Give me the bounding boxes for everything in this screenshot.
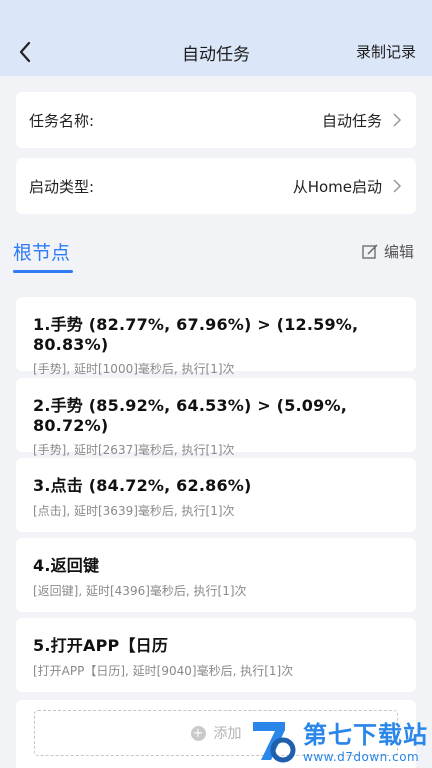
task-item-3[interactable]: 3.点击 (84.72%, 62.86%) [点击], 延时[3639]毫秒后,… <box>16 458 416 532</box>
watermark-logo-icon <box>253 722 296 763</box>
watermark-title: 第七下载站 <box>303 720 428 749</box>
task-name-label: 任务名称: <box>29 111 95 130</box>
chevron-right-icon <box>393 179 402 193</box>
task-title: 1.手势 (82.77%, 67.96%) > (12.59%, 80.83%) <box>33 315 359 354</box>
edit-label: 编辑 <box>383 243 414 261</box>
task-item-5[interactable]: 5.打开APP【日历 [打开APP【日历], 延时[9040]毫秒后, 执行[1… <box>16 618 416 692</box>
task-desc: [手势], 延时[1000]毫秒后, 执行[1]次 <box>33 362 235 376</box>
start-type-value: 从Home启动 <box>292 177 382 196</box>
edit-button[interactable]: 编辑 <box>362 241 414 262</box>
edit-icon <box>362 243 378 259</box>
watermark-url: www.d7down.com <box>303 749 420 764</box>
start-type-card[interactable]: 启动类型: 从Home启动 <box>16 158 416 214</box>
task-item-2[interactable]: 2.手势 (85.92%, 64.53%) > (5.09%, 80.72%) … <box>16 378 416 457</box>
task-desc: [打开APP【日历], 延时[9040]毫秒后, 执行[1]次 <box>33 664 294 678</box>
add-label: 添加 <box>213 726 242 742</box>
record-history-button[interactable]: 录制记录 <box>356 41 416 62</box>
task-desc: [手势], 延时[2637]毫秒后, 执行[1]次 <box>33 443 235 457</box>
section-title: 根节点 <box>13 242 71 264</box>
chevron-right-icon <box>393 113 402 127</box>
task-desc: [点击], 延时[3639]毫秒后, 执行[1]次 <box>33 504 235 518</box>
start-type-label: 启动类型: <box>29 177 95 196</box>
task-title: 4.返回键 <box>33 556 100 575</box>
task-desc: [返回键], 延时[4396]毫秒后, 执行[1]次 <box>33 584 247 598</box>
task-name-row[interactable]: 任务名称: 自动任务 <box>16 92 416 148</box>
app-header: 自动任务 录制记录 <box>0 0 432 76</box>
task-title: 3.点击 (84.72%, 62.86%) <box>33 476 252 495</box>
section-underline <box>13 270 73 273</box>
watermark: 第七下载站 www.d7down.com <box>249 714 428 764</box>
task-title: 5.打开APP【日历 <box>33 636 169 655</box>
task-title: 2.手势 (85.92%, 64.53%) > (5.09%, 80.72%) <box>33 396 347 435</box>
task-name-value: 自动任务 <box>321 111 382 130</box>
task-item-4[interactable]: 4.返回键 [返回键], 延时[4396]毫秒后, 执行[1]次 <box>16 538 416 612</box>
start-type-row[interactable]: 启动类型: 从Home启动 <box>16 158 416 214</box>
task-name-card[interactable]: 任务名称: 自动任务 <box>16 92 416 148</box>
plus-icon: + <box>190 725 206 741</box>
task-item-1[interactable]: 1.手势 (82.77%, 67.96%) > (12.59%, 80.83%)… <box>16 297 416 376</box>
